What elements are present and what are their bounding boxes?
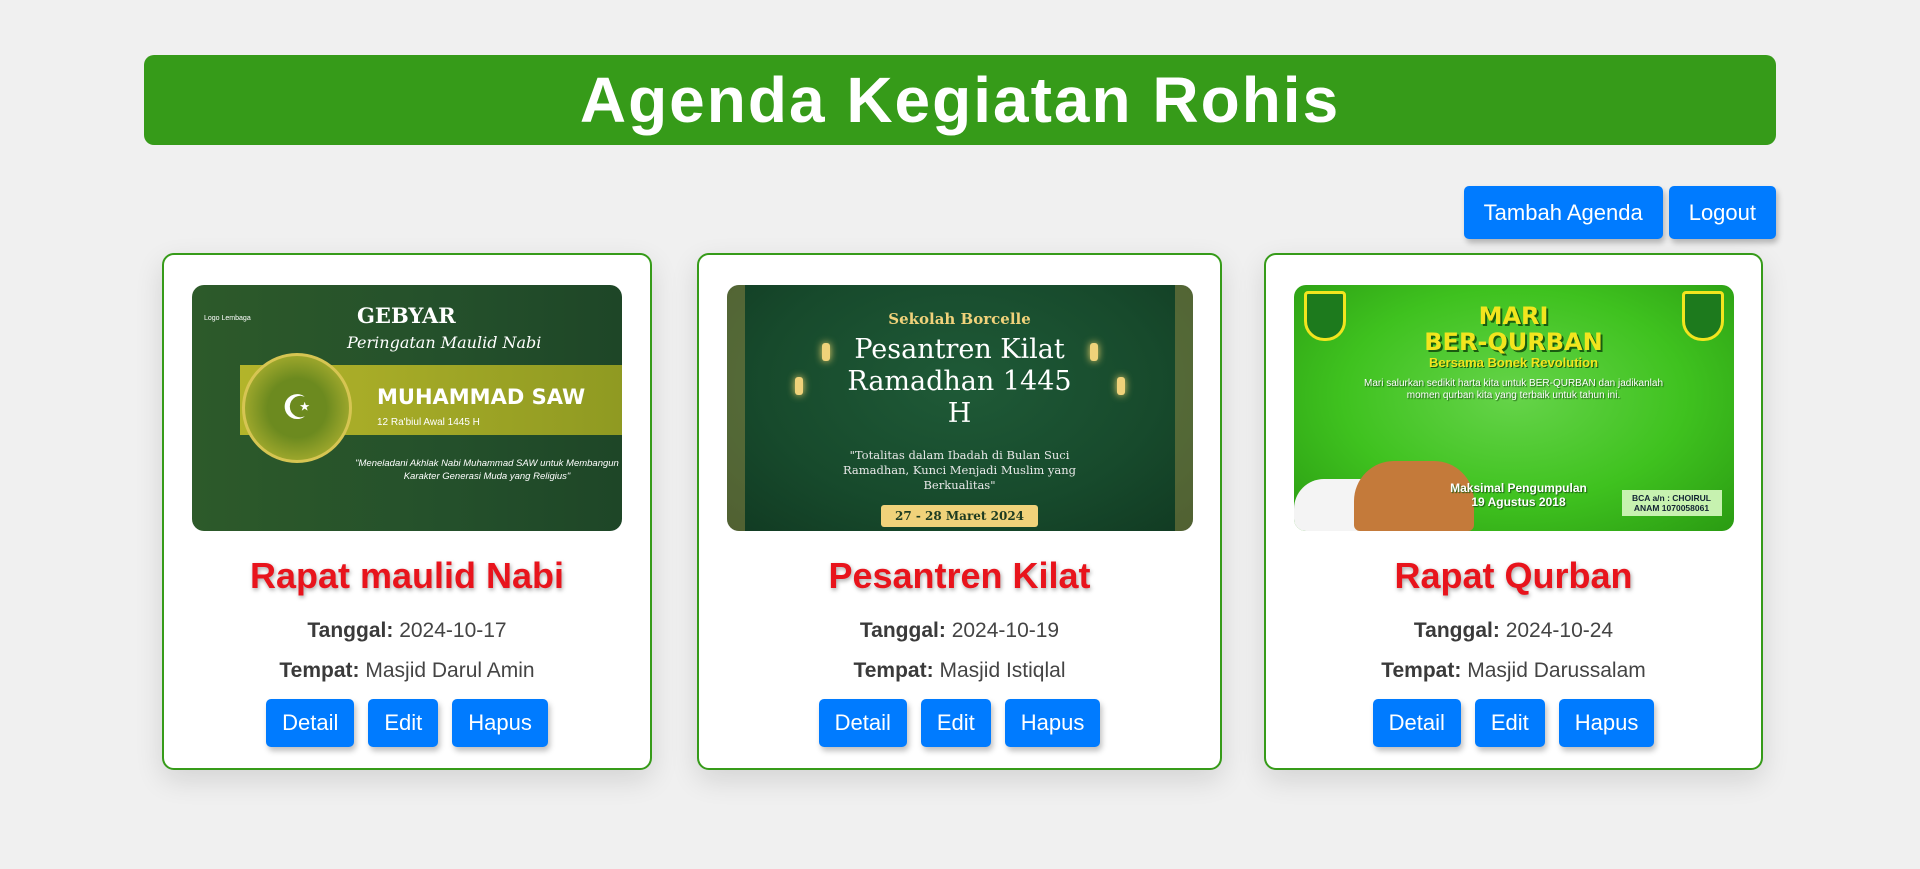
club-emblem-icon	[1681, 291, 1724, 341]
detail-button[interactable]: Detail	[266, 699, 355, 747]
edit-button[interactable]: Edit	[920, 699, 991, 747]
poster-logo-text: Logo Lembaga	[204, 315, 251, 322]
poster-body: Mari salurkan sedikit harta kita untuk B…	[1363, 378, 1664, 401]
agenda-cards: Logo Lembaga ☪ GEBYAR Peringatan Maulid …	[0, 253, 1920, 770]
agenda-poster-image: Logo Lembaga ☪ GEBYAR Peringatan Maulid …	[192, 285, 622, 531]
card-actions: Detail Edit Hapus	[1372, 699, 1655, 747]
poster-main-text-1: MARI	[1478, 302, 1549, 330]
agenda-place: Tempat: Masjid Darul Amin	[279, 659, 534, 683]
date-label: Tanggal:	[307, 619, 394, 642]
poster-deadline: Maksimal Pengumpulan 19 Agustus 2018	[1450, 481, 1587, 509]
card-actions: Detail Edit Hapus	[818, 699, 1101, 747]
agenda-card: MARI BER-QURBAN Bersama Bonek Revolution…	[1264, 253, 1763, 770]
date-label: Tanggal:	[859, 619, 946, 642]
poster-ornament-frame	[726, 285, 1193, 531]
place-label: Tempat:	[853, 659, 934, 682]
date-value: 2024-10-24	[1505, 619, 1614, 642]
poster-main-text-2: BER-QURBAN	[1424, 328, 1603, 356]
agenda-place: Tempat: Masjid Darussalam	[1381, 659, 1646, 683]
poster-subheading: Peringatan Maulid Nabi	[347, 333, 542, 352]
lantern-icon	[1116, 377, 1125, 395]
agenda-card: Sekolah Borcelle Pesantren Kilat Ramadha…	[697, 253, 1222, 770]
card-actions: Detail Edit Hapus	[266, 699, 548, 747]
poster-bank-info: BCA a/n : CHOIRUL ANAM 1070058061	[1621, 490, 1722, 516]
place-value: Masjid Darussalam	[1467, 659, 1646, 682]
lantern-icon	[1089, 343, 1098, 361]
place-label: Tempat:	[279, 659, 360, 682]
date-value: 2024-10-17	[399, 619, 507, 642]
place-label: Tempat:	[1381, 659, 1462, 682]
poster-subheading: Bersama Bonek Revolution	[1428, 355, 1599, 370]
detail-button[interactable]: Detail	[1372, 699, 1461, 747]
logout-button[interactable]: Logout	[1668, 186, 1776, 239]
agenda-title: Rapat maulid Nabi	[249, 555, 565, 596]
add-agenda-button[interactable]: Tambah Agenda	[1463, 186, 1663, 239]
lantern-icon	[794, 377, 803, 395]
place-value: Masjid Istiqlal	[939, 659, 1066, 682]
top-actions: Tambah Agenda Logout	[1463, 186, 1776, 239]
poster-quote: "Meneladani Akhlak Nabi Muhammad SAW unt…	[355, 458, 619, 482]
club-emblem-icon	[1303, 291, 1346, 341]
calligraphy-emblem-icon: ☪	[242, 353, 352, 463]
agenda-title: Pesantren Kilat	[828, 555, 1091, 596]
place-value: Masjid Darul Amin	[365, 659, 535, 682]
edit-button[interactable]: Edit	[1474, 699, 1545, 747]
date-label: Tanggal:	[1413, 619, 1500, 642]
page-title: Agenda Kegiatan Rohis	[579, 64, 1341, 136]
delete-button[interactable]: Hapus	[452, 699, 548, 747]
agenda-date: Tanggal: 2024-10-19	[860, 619, 1059, 643]
edit-button[interactable]: Edit	[368, 699, 439, 747]
agenda-title: Rapat Qurban	[1394, 555, 1633, 596]
agenda-date: Tanggal: 2024-10-24	[1414, 619, 1613, 643]
poster-heading: GEBYAR	[357, 303, 456, 328]
agenda-date: Tanggal: 2024-10-17	[307, 619, 506, 643]
poster-date-line: 12 Ra'biul Awal 1445 H	[377, 417, 480, 428]
lantern-icon	[821, 343, 830, 361]
agenda-poster-image: Sekolah Borcelle Pesantren Kilat Ramadha…	[726, 285, 1193, 531]
delete-button[interactable]: Hapus	[1558, 699, 1655, 747]
date-value: 2024-10-19	[951, 619, 1060, 642]
agenda-poster-image: MARI BER-QURBAN Bersama Bonek Revolution…	[1293, 285, 1734, 531]
delete-button[interactable]: Hapus	[1004, 699, 1101, 747]
page-header: Agenda Kegiatan Rohis	[144, 55, 1776, 145]
detail-button[interactable]: Detail	[818, 699, 907, 747]
agenda-place: Tempat: Masjid Istiqlal	[853, 659, 1065, 683]
poster-main-text: MUHAMMAD SAW	[377, 385, 586, 409]
agenda-card: Logo Lembaga ☪ GEBYAR Peringatan Maulid …	[162, 253, 652, 770]
